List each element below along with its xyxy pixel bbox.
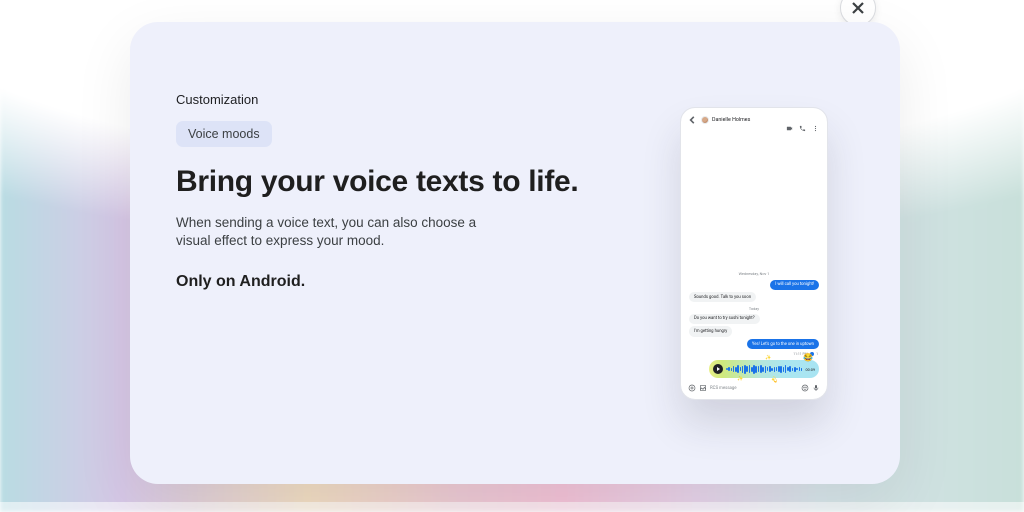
voice-duration: 00:09 xyxy=(806,367,815,372)
phone-frame: Danielle Holmes Wednesday, Nov 1 I will … xyxy=(681,108,827,399)
play-button xyxy=(713,364,723,374)
sparkle-emoji-icon: ✨ xyxy=(765,356,771,361)
body-text: When sending a voice text, you can also … xyxy=(176,214,506,252)
message-in: Do you want to try sushi tonight? xyxy=(689,314,760,324)
android-only-label: Only on Android. xyxy=(176,273,654,291)
compose-bar: RCS message xyxy=(684,381,824,396)
contact-name: Danielle Holmes xyxy=(712,117,750,123)
message-in: Sounds good. Talk to you soon xyxy=(689,292,756,302)
message-in: I'm getting hungry xyxy=(689,326,732,336)
emoji-icon xyxy=(801,384,809,392)
message-out: I will call you tonight! xyxy=(770,280,819,290)
voice-message: 😂 ✨ ✨ 💫 00:09 xyxy=(709,360,819,378)
feature-chip: Voice moods xyxy=(176,121,272,147)
headline: Bring your voice texts to life. xyxy=(176,165,654,200)
date-separator: Wednesday, Nov 1 xyxy=(687,271,821,276)
message-out: Yes! Let's go to the one in uptown xyxy=(747,339,819,349)
phone-call-icon xyxy=(799,117,806,124)
add-icon xyxy=(688,384,696,392)
avatar xyxy=(701,116,709,124)
waveform xyxy=(726,364,803,374)
device-illustration: Danielle Holmes Wednesday, Nov 1 I will … xyxy=(678,92,830,484)
laugh-emoji-icon: 😂 xyxy=(803,354,813,362)
video-call-icon xyxy=(786,117,793,124)
chat-header: Danielle Holmes xyxy=(684,111,824,129)
gallery-icon xyxy=(699,384,707,392)
feature-modal: Customization Voice moods Bring your voi… xyxy=(130,22,900,484)
mic-icon xyxy=(812,384,820,392)
close-icon xyxy=(851,1,865,15)
date-separator: Today xyxy=(687,306,821,311)
copy-column: Customization Voice moods Bring your voi… xyxy=(176,92,654,484)
chat-thread: Wednesday, Nov 1 I will call you tonight… xyxy=(684,129,824,381)
compose-input: RCS message xyxy=(710,386,798,391)
sparkle-emoji-icon: ✨ xyxy=(737,377,743,382)
eyebrow: Customization xyxy=(176,92,654,107)
back-icon xyxy=(688,115,698,125)
overflow-menu-icon xyxy=(812,117,819,124)
